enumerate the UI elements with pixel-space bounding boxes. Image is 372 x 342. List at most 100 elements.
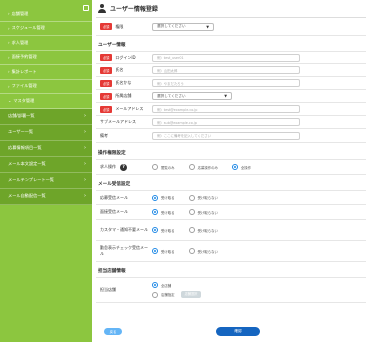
field-label: 氏名かな: [115, 80, 132, 85]
radio-label: 店舗指定: [161, 293, 175, 297]
field-label: 面接受信メール: [100, 209, 128, 214]
field-label-cell: 求人操作 ?: [96, 163, 148, 171]
sidebar-item-label: 集計レポート: [11, 68, 37, 74]
operation-radio-apply[interactable]: 応募操作のみ: [188, 164, 218, 170]
mail-radio-receive[interactable]: 受け取る: [152, 209, 175, 215]
chevron-right-icon: ›: [8, 25, 10, 31]
sidebar-subitem-mail-body[interactable]: メール本文設定一覧 ›: [0, 156, 92, 173]
radio-dot-selected: [152, 282, 158, 288]
chevron-right-icon: ›: [84, 161, 86, 167]
operation-radio-view[interactable]: 閲覧のみ: [152, 164, 175, 170]
radio-dot: [188, 227, 195, 233]
memo-input[interactable]: 例）ここに備考を記入してください: [152, 131, 300, 140]
field-label: 求人操作: [100, 164, 116, 169]
required-badge: 必須: [100, 66, 113, 74]
sidebar-subitem-auto-mail[interactable]: メール自動配信一覧 ›: [0, 188, 92, 205]
field-label-cell: 必須 ログインID: [96, 54, 148, 61]
operation-radio-all[interactable]: 全操作: [231, 164, 251, 170]
radio-dot-selected: [231, 164, 238, 170]
permission-select[interactable]: 選択してください ▼: [152, 22, 214, 31]
sidebar-item-stores[interactable]: › 店舗管理: [0, 7, 92, 22]
mail-radio-reject[interactable]: 受け取らない: [188, 194, 218, 201]
chevron-right-icon: ›: [84, 113, 86, 119]
operation-row: 求人操作 ? 閲覧のみ 応募操作のみ 全操作: [96, 159, 366, 175]
menu-toggle-icon[interactable]: [83, 5, 89, 11]
field-label-cell: 必須 氏名かな: [96, 79, 148, 87]
mail-radio-receive[interactable]: 受け取る: [152, 227, 175, 233]
radio-dot: [188, 164, 195, 170]
store-select-button[interactable]: 店舗選択: [180, 291, 202, 298]
section-title-user-info: ユーザー情報: [98, 43, 126, 48]
sidebar-item-reports[interactable]: › 集計レポート: [0, 65, 92, 80]
store-specify-group: 店舗指定 店舗選択: [152, 291, 202, 298]
select-value: 選択してください: [157, 93, 186, 98]
store-select[interactable]: 選択してください ▼: [152, 92, 232, 100]
login-id-input[interactable]: 例）test_user01: [152, 53, 300, 62]
mail-radio-reject[interactable]: 受け取らない: [188, 248, 218, 254]
name-input[interactable]: 例）山田太郎: [152, 66, 300, 74]
radio-label: 受け取る: [161, 196, 175, 200]
field-label-cell: 必須 メールアドレス: [96, 105, 148, 113]
page-header: ユーザー情報登録: [96, 0, 366, 18]
field-value-cell: 例）山田太郎: [148, 66, 366, 74]
mail-options: 受け取る 受け取らない: [148, 227, 366, 233]
field-value-cell: 例）ここに備考を記入してください: [148, 131, 366, 140]
section-title-mail: メール受信設定: [98, 182, 131, 187]
page-title: ユーザー情報登録: [110, 6, 158, 13]
sidebar-item-schedule[interactable]: › スケジュール管理: [0, 22, 92, 36]
field-row-email: 必須 メールアドレス 例）test@example.co.jp: [96, 103, 366, 116]
email-input[interactable]: 例）test@example.co.jp: [152, 105, 300, 113]
field-label: 応募受信メール: [100, 194, 128, 200]
select-value: 選択してください: [157, 24, 186, 28]
field-label-cell: 勤怠表示チェック受信メール: [96, 245, 148, 257]
radio-dot: [188, 248, 195, 254]
radio-dot-selected: [152, 248, 158, 254]
radio-dot: [152, 291, 158, 298]
mail-radio-reject[interactable]: 受け取らない: [188, 209, 218, 215]
chevron-right-icon: ›: [84, 129, 86, 135]
confirm-button[interactable]: 確認: [216, 327, 260, 336]
sidebar-item-label: スケジュール管理: [11, 25, 45, 31]
sidebar-item-label: メールテンプレート一覧: [8, 177, 54, 182]
radio-dot: [188, 194, 195, 201]
required-badge: 必須: [100, 92, 113, 100]
sidebar-subitem-mail-templates[interactable]: メールテンプレート一覧 ›: [0, 172, 92, 189]
sidebar: › 店舗管理 › スケジュール管理 › 求人管理 › 面接予約管理 › 集計レポート › フ…: [0, 0, 92, 342]
radio-label: 受け取る: [161, 228, 175, 233]
required-badge: 必須: [100, 105, 113, 113]
sidebar-subitem-users[interactable]: ユーザー一覧 ›: [0, 124, 92, 141]
sidebar-item-label: 面接予約管理: [11, 54, 37, 60]
sidebar-item-files[interactable]: › ファイル管理: [0, 80, 92, 94]
radio-label: 受け取らない: [197, 249, 218, 254]
field-row-store: 必須 所属店舗 選択してください ▼: [96, 90, 366, 103]
sidebar-subitem-stores-departments[interactable]: 店舗/部署一覧 ›: [0, 108, 92, 125]
permission-value-cell: 選択してください ▼: [148, 22, 366, 31]
field-label-cell: 面接受信メール: [96, 209, 148, 215]
radio-label: 全店舗: [161, 283, 172, 288]
field-row-sub-email: サブメールアドレス 例）sub@example.co.jp: [96, 116, 366, 129]
store-radio-specify[interactable]: 店舗指定: [152, 291, 175, 298]
permission-label-cell: 必須 権限: [96, 23, 148, 30]
field-value-cell: 選択してください ▼: [148, 92, 366, 100]
sidebar-item-jobs[interactable]: › 求人管理: [0, 36, 92, 51]
sidebar-subitem-application-fields[interactable]: 応募情報項目一覧 ›: [0, 140, 92, 157]
sidebar-item-master[interactable]: ⌄ マスタ管理: [0, 94, 92, 109]
field-label: メールアドレス: [115, 106, 144, 111]
mail-row-application: 応募受信メール 受け取る 受け取らない: [96, 190, 366, 205]
radio-label: 受け取らない: [197, 196, 218, 200]
field-value-cell: 例）test_user01: [148, 53, 366, 62]
field-row-login-id: 必須 ログインID 例）test_user01: [96, 51, 366, 64]
field-label-cell: 必須 所属店舗: [96, 92, 148, 100]
required-badge: 必須: [100, 54, 113, 61]
mail-radio-receive[interactable]: 受け取る: [152, 194, 175, 201]
sidebar-item-interviews[interactable]: › 面接予約管理: [0, 51, 92, 65]
store-radio-all[interactable]: 全店舗: [152, 282, 171, 288]
mail-radio-reject[interactable]: 受け取らない: [188, 227, 218, 233]
name-kana-input[interactable]: 例）やまだたろう: [152, 79, 300, 87]
mail-radio-receive[interactable]: 受け取る: [152, 248, 175, 254]
sub-email-input[interactable]: 例）sub@example.co.jp: [152, 118, 300, 126]
back-button[interactable]: 戻る: [104, 328, 122, 335]
radio-label: 受け取らない: [197, 228, 218, 233]
field-row-name-kana: 必須 氏名かな 例）やまだたろう: [96, 77, 366, 90]
help-icon[interactable]: ?: [120, 163, 127, 171]
